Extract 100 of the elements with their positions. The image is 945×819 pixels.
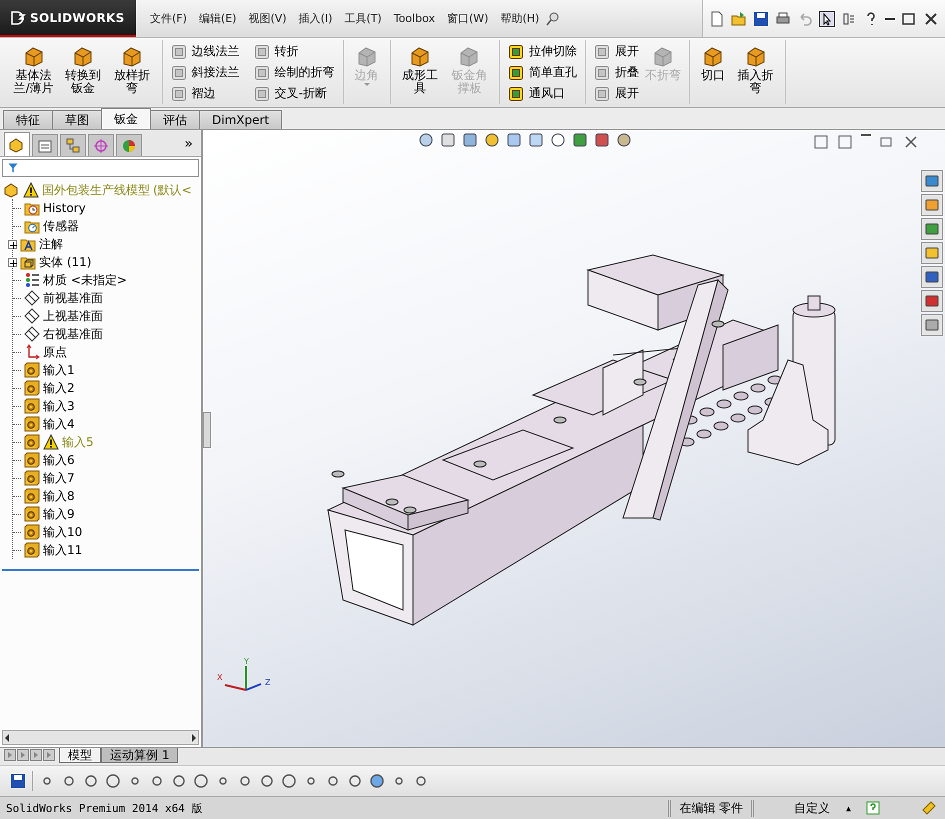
tree-item[interactable]: 输入1 [43,362,75,378]
panel-tab[interactable] [4,132,30,156]
part-icon [4,182,20,198]
model-tab[interactable]: 运动算例 1 [101,748,178,763]
axis-label: Y [244,657,249,666]
tree-item[interactable]: 输入6 [43,452,75,468]
import-part-icon [24,398,40,414]
menu-item[interactable]: 插入(I) [292,8,338,29]
tile-right-icon [837,134,853,150]
minimize-icon [885,18,895,20]
tree-root-item[interactable]: 国外包装生产线模型 [42,182,150,198]
menu-item[interactable]: 工具(T) [338,8,388,29]
tree-item[interactable]: 原点 [43,344,67,360]
task-pane-button[interactable] [921,290,943,312]
tree-item[interactable]: 输入7 [43,470,75,486]
menu-item[interactable]: Toolbox [388,9,441,28]
logo-icon [10,10,26,26]
expand-button[interactable] [8,240,17,248]
more-tabs-button[interactable]: » [180,136,197,156]
command-tab[interactable]: 草图 [52,110,102,129]
tree-item[interactable]: 实体 (11) [39,254,92,270]
command-tab[interactable]: 特征 [3,110,53,129]
model-tab[interactable]: 模型 [59,748,101,763]
units-selector[interactable]: 自定义 [754,800,838,816]
ribbon-button[interactable]: 插入折弯 [732,40,780,95]
command-tab[interactable]: 钣金 [101,108,151,129]
tree-item[interactable]: 输入2 [43,380,75,396]
sheet-metal-icon [22,46,45,68]
status-arrow-button[interactable]: ▲ [838,804,865,812]
task-pane-button[interactable] [921,266,943,288]
task-pane-icon [924,293,940,309]
menu-item[interactable]: 视图(V) [242,8,293,29]
tree-item[interactable]: 输入5 [62,434,94,450]
app-logo: SOLIDWORKS [30,10,125,24]
task-pane-button[interactable] [921,194,943,216]
filter-field[interactable] [2,159,199,177]
ribbon-button[interactable]: 拉伸切除 [506,41,579,62]
task-pane-icon [924,173,940,189]
tree-item[interactable]: 右视基准面 [43,326,103,342]
task-pane-button[interactable] [921,170,943,192]
printer-icon [775,10,791,26]
task-pane-button[interactable] [921,314,943,336]
minimize-icon [861,134,871,136]
tree-item[interactable]: History [43,201,86,215]
tree-item[interactable]: 输入8 [43,488,75,504]
sheet-metal-icon [702,46,724,68]
sheet-metal-icon [356,46,378,68]
command-tab[interactable]: 评估 [150,110,200,129]
import-part-icon [24,542,40,558]
task-pane-button[interactable] [921,242,943,264]
tab-scroll-icon [4,749,16,761]
sheet-tool-icon [594,44,610,60]
warning-icon [43,434,59,450]
sheet-tool-icon [254,44,270,60]
ribbon-button[interactable]: 基体法兰/薄片 [10,40,58,95]
ribbon-button[interactable]: 切口 [696,40,730,82]
panel-tab[interactable] [60,134,86,156]
tree-item[interactable]: 前视基准面 [43,290,103,306]
tab-scroll-icon [30,749,42,761]
ribbon-button[interactable]: 转换到钣金 [59,40,106,95]
sheet-tool-icon [508,86,524,102]
close-icon [903,134,919,150]
new-document-icon [709,10,725,26]
tree-item[interactable]: 输入11 [43,542,82,558]
property-sheet-icon [37,138,53,154]
sheet-tool-icon [170,64,187,80]
tree-item[interactable]: 材质 <未指定> [43,272,127,288]
scroll-right-icon [190,732,198,742]
ribbon-button[interactable]: 简单直孔 [506,62,579,83]
sheet-metal-icon [409,46,432,68]
tree-item[interactable]: 传感器 [43,218,79,234]
menu-item[interactable]: 窗口(W) [440,8,494,29]
panel-tab[interactable] [32,134,58,156]
import-part-icon [24,434,40,450]
plane-icon [24,308,40,324]
tree-item[interactable]: 注解 [39,236,63,252]
tree-item[interactable]: 输入4 [43,416,75,432]
task-pane-icon [924,317,940,333]
menu-item[interactable]: 帮助(H) [494,8,546,29]
menu-item[interactable]: 文件(F) [144,8,193,29]
command-tab[interactable]: DimXpert [199,110,282,129]
ribbon-button[interactable]: 放样折弯 [108,40,156,95]
sheet-tool-icon [254,86,270,102]
close-icon [923,10,939,26]
expand-button[interactable] [8,258,17,266]
task-pane-button[interactable] [921,218,943,240]
select-pointer-icon [819,10,835,26]
menu-item[interactable]: 编辑(E) [192,8,242,29]
tree-item[interactable]: 输入10 [43,524,82,540]
tree-item[interactable]: 上视基准面 [43,308,103,324]
import-part-icon [24,362,40,378]
ribbon-button[interactable]: 通风口 [506,83,579,104]
ribbon-button[interactable]: 成形工具 [396,40,444,95]
horizontal-scrollbar[interactable] [2,730,199,745]
tree-item[interactable]: 输入3 [43,398,75,414]
tree-item[interactable]: 输入9 [43,506,75,522]
rebuild-icon [841,10,857,26]
save-icon [10,773,26,789]
sheet-metal-icon [652,46,674,68]
task-pane-icon [924,269,940,285]
